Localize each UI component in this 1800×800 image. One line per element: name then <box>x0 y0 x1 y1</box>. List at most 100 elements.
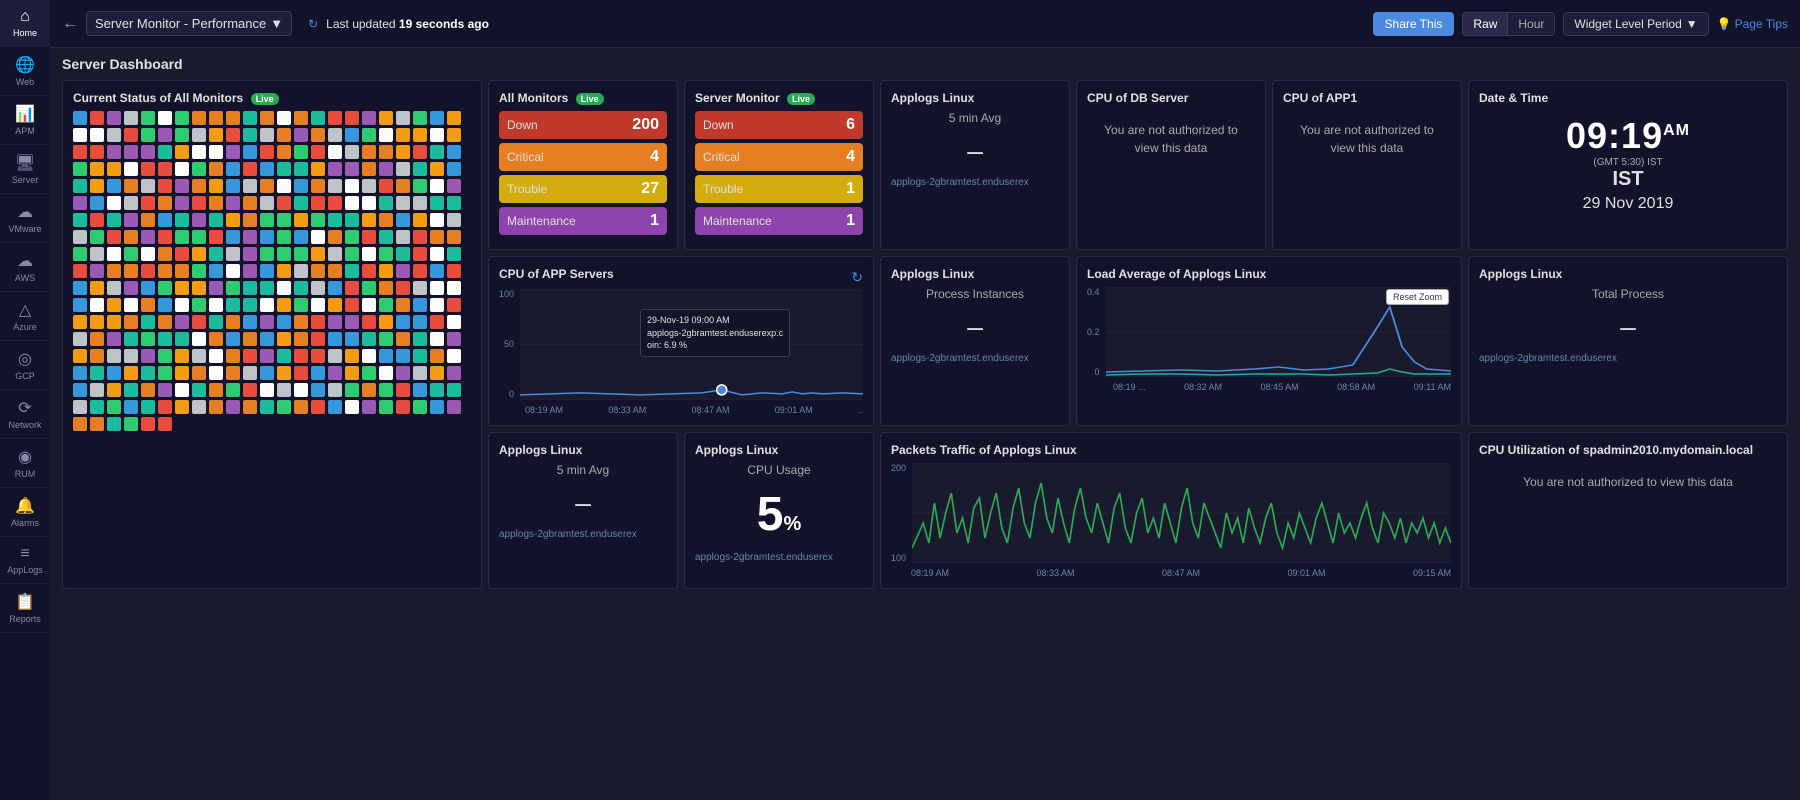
monitor-dot <box>141 281 155 295</box>
applogs-cpu-usage-widget: Applogs Linux CPU Usage 5% applogs-2gbra… <box>684 432 874 589</box>
monitor-dot <box>260 332 274 346</box>
monitor-dot <box>175 400 189 414</box>
monitor-dot <box>226 230 240 244</box>
monitor-dot <box>345 298 359 312</box>
sidebar-item-alarms[interactable]: 🔔Alarms <box>0 488 50 537</box>
monitor-dot <box>90 128 104 142</box>
monitor-dot <box>209 111 223 125</box>
monitor-dot <box>73 400 87 414</box>
server-monitor-title-text: Server Monitor <box>695 91 780 105</box>
applogs-5min-avg-label: 5 min Avg <box>891 111 1059 125</box>
monitor-dot <box>73 128 87 142</box>
monitor-dot <box>73 213 87 227</box>
dashboard-title-dropdown[interactable]: Server Monitor - Performance ▼ <box>86 11 292 36</box>
monitor-dot <box>413 264 427 278</box>
monitor-dot <box>260 111 274 125</box>
cpu-db-widget: CPU of DB Server You are not authorized … <box>1076 80 1266 250</box>
load-avg-x-label: 08:19 ... <box>1113 382 1146 392</box>
rum-icon: ◉ <box>18 447 32 467</box>
sidebar-item-reports[interactable]: 📋Reports <box>0 584 50 633</box>
reset-zoom-button[interactable]: Reset Zoom <box>1386 289 1449 305</box>
monitor-dot <box>447 264 461 278</box>
monitor-dot <box>345 247 359 261</box>
monitor-dot <box>175 162 189 176</box>
monitor-dot <box>175 247 189 261</box>
monitor-dot <box>277 383 291 397</box>
monitor-dot <box>141 230 155 244</box>
monitor-dot <box>328 179 342 193</box>
sidebar-item-apm[interactable]: 📊APM <box>0 96 50 145</box>
sidebar-item-applogs[interactable]: ≡AppLogs <box>0 537 50 584</box>
monitor-dot <box>175 128 189 142</box>
monitor-dot <box>243 349 257 363</box>
monitor-dot <box>328 128 342 142</box>
monitor-dot <box>243 383 257 397</box>
current-time: 09:19AM <box>1479 115 1777 157</box>
monitor-dot <box>430 400 444 414</box>
monitor-dot <box>90 417 104 431</box>
monitor-dot <box>294 264 308 278</box>
monitor-dot <box>447 383 461 397</box>
sidebar-label-vmware: VMware <box>8 224 41 234</box>
monitor-dot <box>141 111 155 125</box>
grid-container: Current Status of All Monitors Live All … <box>62 80 1788 589</box>
applogs-cpu-usage-title: Applogs Linux <box>695 443 863 457</box>
sidebar-item-network[interactable]: ⟳Network <box>0 390 50 439</box>
monitor-dot <box>158 366 172 380</box>
all-monitors-title-text: All Monitors <box>499 91 568 105</box>
status-live-badge: Live <box>251 93 279 105</box>
monitor-dot <box>124 213 138 227</box>
packets-x-label: 09:01 AM <box>1287 568 1325 578</box>
packets-y-axis: 200 100 <box>891 463 908 563</box>
monitor-dot <box>243 315 257 329</box>
sidebar-item-azure[interactable]: △Azure <box>0 292 50 341</box>
monitor-dot <box>447 366 461 380</box>
monitor-dot <box>192 315 206 329</box>
cpu-app-servers-refresh-icon[interactable]: ↻ <box>851 269 863 286</box>
monitor-dot <box>175 281 189 295</box>
monitor-dot <box>362 349 376 363</box>
monitor-dot <box>311 332 325 346</box>
monitor-dot <box>430 179 444 193</box>
monitor-dot <box>192 332 206 346</box>
refresh-icon[interactable]: ↻ <box>308 17 318 31</box>
monitor-dot <box>226 349 240 363</box>
back-button[interactable]: ← <box>62 15 78 33</box>
sidebar-item-web[interactable]: 🌐Web <box>0 47 50 96</box>
monitor-dot <box>90 264 104 278</box>
monitor-dot <box>141 298 155 312</box>
sidebar-item-aws[interactable]: ☁AWS <box>0 243 50 292</box>
sidebar-item-server[interactable]: 🖥Server <box>0 145 50 194</box>
monitor-dot <box>345 213 359 227</box>
share-button[interactable]: Share This <box>1373 12 1455 36</box>
sidebar-label-web: Web <box>16 77 34 87</box>
monitor-dot <box>209 213 223 227</box>
hour-button[interactable]: Hour <box>1508 13 1554 35</box>
monitor-dot <box>413 128 427 142</box>
sidebar-item-gcp[interactable]: ◎GCP <box>0 341 50 390</box>
monitor-dot <box>311 128 325 142</box>
monitor-dot <box>209 230 223 244</box>
cpu-app1-msg2: view this data <box>1331 141 1404 155</box>
monitor-dot <box>447 400 461 414</box>
monitor-dot <box>226 281 240 295</box>
monitor-dot <box>141 400 155 414</box>
monitor-dot <box>175 349 189 363</box>
monitor-dot <box>362 298 376 312</box>
monitor-dot <box>192 111 206 125</box>
monitor-dot <box>413 213 427 227</box>
sidebar-item-rum[interactable]: ◉RUM <box>0 439 50 488</box>
monitor-dot <box>362 196 376 210</box>
widget-period-dropdown[interactable]: Widget Level Period ▼ <box>1563 12 1708 36</box>
monitor-dot <box>209 400 223 414</box>
sidebar-item-vmware[interactable]: ☁VMware <box>0 194 50 243</box>
main-content: ← Server Monitor - Performance ▼ ↻ Last … <box>50 0 1800 800</box>
monitor-dot <box>260 247 274 261</box>
sidebar-item-home[interactable]: ⌂Home <box>0 0 50 47</box>
page-tips-link[interactable]: 💡 Page Tips <box>1717 17 1788 31</box>
monitor-dot <box>107 383 121 397</box>
monitor-dot <box>107 264 121 278</box>
monitor-dot <box>175 145 189 159</box>
raw-button[interactable]: Raw <box>1463 13 1508 35</box>
applogs-5min-footer: applogs-2gbramtest.enduserex <box>891 177 1059 188</box>
